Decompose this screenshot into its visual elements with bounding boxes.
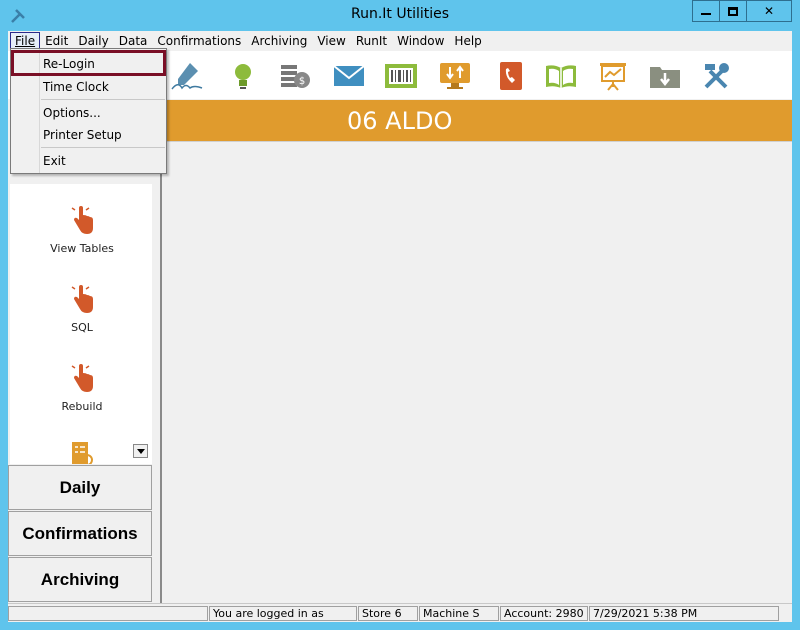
status-bar: You are logged in as Store 6 Machine S A…	[8, 603, 792, 622]
menu-item-printer-setup[interactable]: Printer Setup	[43, 128, 122, 142]
tool-sql[interactable]: SQL	[10, 283, 153, 334]
file-menu-dropdown: Re-Login Time Clock Options... Printer S…	[10, 48, 167, 174]
tool-label: Rebuild	[61, 400, 103, 413]
nav-daily-button[interactable]: Daily	[8, 465, 152, 510]
menu-item-time-clock[interactable]: Time Clock	[43, 80, 109, 94]
menu-window[interactable]: Window	[392, 32, 449, 50]
transfer-icon[interactable]	[438, 61, 472, 91]
title-bar: Run.It Utilities ✕	[0, 0, 800, 31]
mail-icon[interactable]	[332, 61, 366, 91]
hand-pointer-icon	[71, 206, 93, 234]
status-account: Account: 2980	[500, 606, 588, 621]
presentation-icon[interactable]	[596, 61, 630, 91]
status-machine: Machine S	[419, 606, 499, 621]
lightbulb-icon[interactable]	[226, 61, 260, 91]
minimize-button[interactable]	[692, 0, 720, 22]
hand-pointer-icon	[71, 364, 93, 392]
book-icon[interactable]	[544, 61, 578, 91]
maximize-icon	[728, 6, 738, 16]
menu-runit[interactable]: RunIt	[351, 32, 392, 50]
barcode-icon[interactable]	[384, 61, 418, 91]
download-folder-icon[interactable]	[648, 61, 682, 91]
close-icon: ✕	[763, 4, 775, 18]
menu-item-options[interactable]: Options...	[43, 106, 101, 120]
menu-item-exit[interactable]: Exit	[43, 154, 66, 168]
menu-item-re-login[interactable]: Re-Login	[43, 57, 95, 71]
tool-rebuild[interactable]: Rebuild	[10, 362, 153, 413]
nav-archiving-button[interactable]: Archiving	[8, 557, 152, 602]
close-button[interactable]: ✕	[746, 0, 792, 22]
menu-file-label: File	[15, 34, 36, 48]
nav-confirmations-button[interactable]: Confirmations	[8, 511, 152, 556]
tool-label: View Tables	[50, 242, 114, 255]
minimize-icon	[701, 13, 711, 15]
tools-icon[interactable]	[700, 61, 734, 91]
tool-label: SQL	[71, 321, 93, 334]
svg-text:$: $	[299, 76, 305, 87]
phonebook-icon[interactable]	[494, 61, 528, 91]
menu-archiving[interactable]: Archiving	[246, 32, 312, 50]
checklist-search-icon	[72, 442, 93, 464]
tool-view-tables[interactable]: View Tables	[10, 204, 153, 255]
status-store: Store 6	[358, 606, 418, 621]
menu-help[interactable]: Help	[449, 32, 486, 50]
maximize-button[interactable]	[719, 0, 747, 22]
money-icon[interactable]: $	[278, 61, 312, 91]
status-datetime: 7/29/2021 5:38 PM	[589, 606, 779, 621]
store-banner: 06 ALDO	[160, 100, 792, 141]
status-login: You are logged in as	[209, 606, 357, 621]
tool-list: View Tables SQL Rebuild	[10, 184, 154, 464]
tool-list-scrollbar[interactable]	[152, 184, 158, 464]
main-content-area	[160, 141, 792, 603]
chevron-down-icon	[136, 448, 145, 454]
menu-separator	[41, 99, 165, 100]
status-field-blank	[8, 606, 208, 621]
left-panel: View Tables SQL Rebuild Daily Confirmati…	[8, 100, 160, 603]
signature-icon[interactable]	[170, 61, 204, 91]
window-title: Run.It Utilities	[350, 6, 450, 22]
menu-view[interactable]: View	[312, 32, 350, 50]
scroll-down-button[interactable]	[133, 444, 148, 458]
hand-pointer-icon	[71, 285, 93, 313]
menu-separator	[41, 147, 165, 148]
